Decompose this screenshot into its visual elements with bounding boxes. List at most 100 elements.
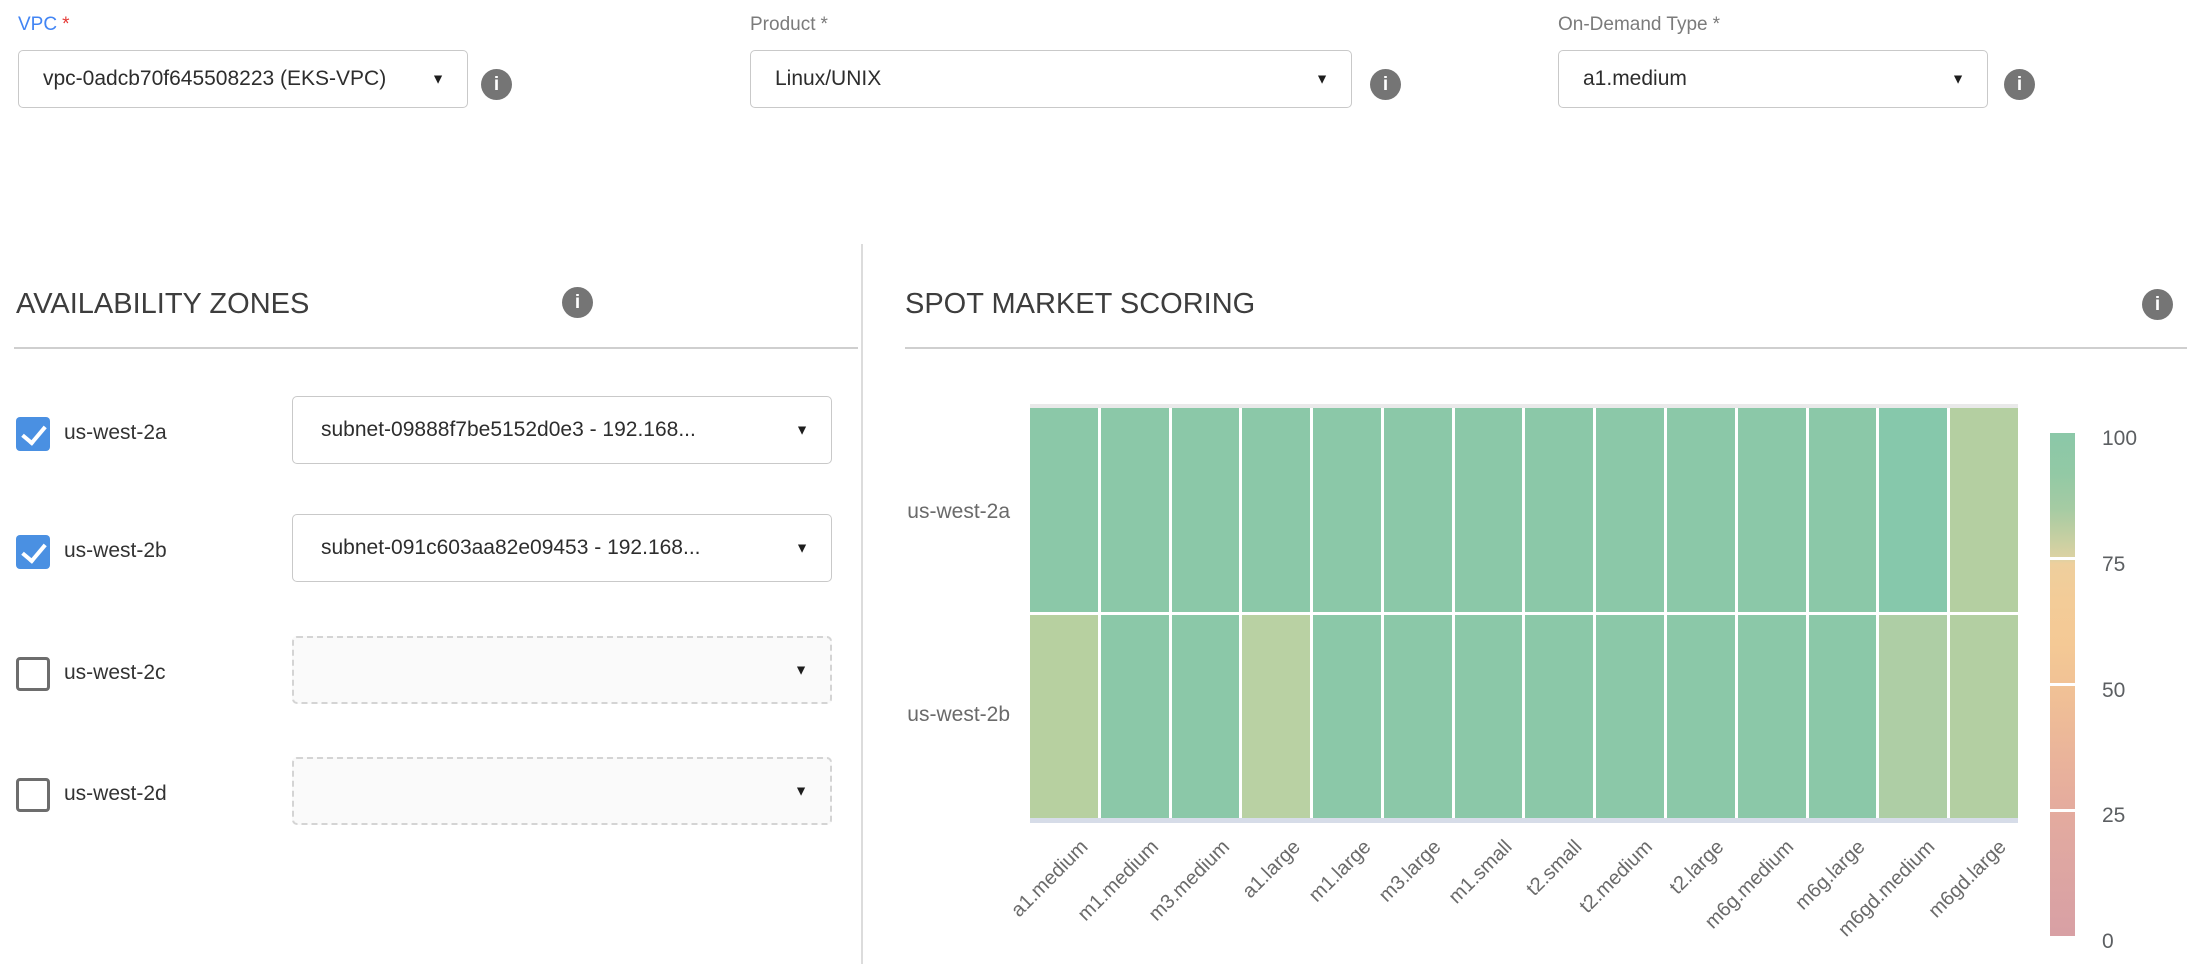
vpc-info-icon[interactable]: i [481, 69, 512, 100]
colorbar-separator [2050, 683, 2075, 686]
heatmap-cell[interactable] [1809, 615, 1877, 819]
heatmap-cell[interactable] [1525, 615, 1593, 819]
heatmap-cell[interactable] [1525, 408, 1593, 612]
on-demand-type-label-text: On-Demand Type [1558, 14, 1708, 35]
heatmap-cell[interactable] [1455, 615, 1523, 819]
spot-score-heatmap [1030, 408, 2018, 818]
chevron-down-icon: ▼ [794, 663, 808, 677]
info-glyph: i [575, 292, 580, 314]
chevron-down-icon: ▼ [1315, 72, 1329, 86]
product-required-mark: * [820, 14, 827, 35]
checkmark-icon [21, 419, 47, 446]
chevron-down-icon: ▼ [1951, 72, 1965, 86]
subnet-select-us-west-2a[interactable]: subnet-09888f7be5152d0e3 - 192.168... ▼ [292, 396, 832, 464]
heatmap-cell[interactable] [1101, 615, 1169, 819]
heatmap-cell[interactable] [1172, 408, 1240, 612]
heatmap-cell[interactable] [1313, 615, 1381, 819]
product-select-value: Linux/UNIX [775, 67, 881, 91]
product-info-icon[interactable]: i [1370, 69, 1401, 100]
subnet-select-value: subnet-09888f7be5152d0e3 - 192.168... [321, 418, 696, 442]
info-glyph: i [1383, 74, 1388, 96]
subnet-select-us-west-2d[interactable]: ▼ [292, 757, 832, 825]
heatmap-cell[interactable] [1101, 408, 1169, 612]
zone-label-us-west-2d: us-west-2d [64, 782, 167, 806]
info-glyph: i [494, 74, 499, 96]
heatmap-cell[interactable] [1738, 615, 1806, 819]
colorbar-tick-label: 25 [2102, 804, 2125, 828]
heatmap-cell[interactable] [1242, 408, 1310, 612]
heatmap-cell[interactable] [1950, 615, 2018, 819]
availability-zones-title: AVAILABILITY ZONES [16, 288, 309, 321]
info-glyph: i [2155, 294, 2160, 316]
checkbox-us-west-2a[interactable] [16, 417, 50, 451]
heatmap-column-label: t2.medium [1576, 836, 1658, 918]
vpc-required-mark: * [62, 14, 69, 35]
subnet-select-us-west-2b[interactable]: subnet-091c603aa82e09453 - 192.168... ▼ [292, 514, 832, 582]
colorbar-tick-label: 0 [2102, 930, 2114, 954]
on-demand-type-select-value: a1.medium [1583, 67, 1687, 91]
heatmap-column-label: a1.large [1238, 836, 1305, 903]
heatmap-cell[interactable] [1809, 408, 1877, 612]
panel-divider [861, 244, 863, 964]
heatmap-cell[interactable] [1242, 615, 1310, 819]
colorbar-separator [2050, 557, 2075, 560]
product-select[interactable]: Linux/UNIX ▼ [750, 50, 1352, 108]
on-demand-type-select[interactable]: a1.medium ▼ [1558, 50, 1988, 108]
zone-label-us-west-2c: us-west-2c [64, 661, 166, 685]
checkbox-us-west-2c[interactable] [16, 657, 50, 691]
heatmap-row-label: us-west-2a [840, 500, 1010, 524]
vpc-select-value: vpc-0adcb70f645508223 (EKS-VPC) [43, 67, 386, 91]
heatmap-cell[interactable] [1738, 408, 1806, 612]
heatmap-row-label: us-west-2b [840, 703, 1010, 727]
colorbar-tick-label: 75 [2102, 553, 2125, 577]
heatmap-column-label: m1.large [1305, 836, 1376, 907]
heatmap-cell[interactable] [1455, 408, 1523, 612]
heatmap-cell[interactable] [1667, 615, 1735, 819]
on-demand-type-label: On-Demand Type* [1558, 14, 1720, 36]
product-label-text: Product [750, 14, 815, 35]
product-label: Product* [750, 14, 828, 36]
vpc-label-text: VPC [18, 14, 57, 35]
spot-market-scoring-title: SPOT MARKET SCORING [905, 288, 1255, 321]
colorbar-tick-label: 100 [2102, 427, 2137, 451]
heatmap-cell[interactable] [1879, 408, 1947, 612]
heatmap-column-label: m1.small [1444, 836, 1517, 909]
heatmap-cell[interactable] [1384, 615, 1452, 819]
heatmap-cell[interactable] [1667, 408, 1735, 612]
vpc-label: VPC* [18, 14, 69, 36]
chevron-down-icon: ▼ [795, 423, 809, 437]
subnet-select-value: subnet-091c603aa82e09453 - 192.168... [321, 536, 701, 560]
availability-zones-divider [14, 347, 858, 349]
heatmap-cell[interactable] [1950, 408, 2018, 612]
heatmap-cell[interactable] [1030, 408, 1098, 612]
heatmap-column-label: t2.large [1665, 836, 1728, 899]
heatmap-cell[interactable] [1030, 615, 1098, 819]
info-glyph: i [2017, 74, 2022, 96]
heatmap-axis-line [1030, 818, 2018, 823]
on-demand-type-info-icon[interactable]: i [2004, 69, 2035, 100]
on-demand-type-required-mark: * [1713, 14, 1720, 35]
heatmap-cell[interactable] [1596, 408, 1664, 612]
availability-zones-info-icon[interactable]: i [562, 287, 593, 318]
chevron-down-icon: ▼ [431, 72, 445, 86]
spot-market-scoring-divider [905, 347, 2187, 349]
heatmap-column-label: t2.small [1523, 836, 1588, 901]
subnet-select-us-west-2c[interactable]: ▼ [292, 636, 832, 704]
heatmap-cell[interactable] [1313, 408, 1381, 612]
heatmap-cell[interactable] [1879, 615, 1947, 819]
heatmap-cell[interactable] [1596, 615, 1664, 819]
page: VPC* vpc-0adcb70f645508223 (EKS-VPC) ▼ i… [0, 0, 2196, 964]
checkmark-icon [21, 537, 47, 564]
checkbox-us-west-2b[interactable] [16, 535, 50, 569]
chevron-down-icon: ▼ [795, 541, 809, 555]
zone-label-us-west-2a: us-west-2a [64, 421, 167, 445]
vpc-select[interactable]: vpc-0adcb70f645508223 (EKS-VPC) ▼ [18, 50, 468, 108]
heatmap-column-label: m3.large [1375, 836, 1446, 907]
spot-market-scoring-info-icon[interactable]: i [2142, 289, 2173, 320]
zone-label-us-west-2b: us-west-2b [64, 539, 167, 563]
heatmap-cell[interactable] [1384, 408, 1452, 612]
checkbox-us-west-2d[interactable] [16, 778, 50, 812]
heatmap-cell[interactable] [1172, 615, 1240, 819]
colorbar-tick-label: 50 [2102, 679, 2125, 703]
colorbar-separator [2050, 809, 2075, 812]
